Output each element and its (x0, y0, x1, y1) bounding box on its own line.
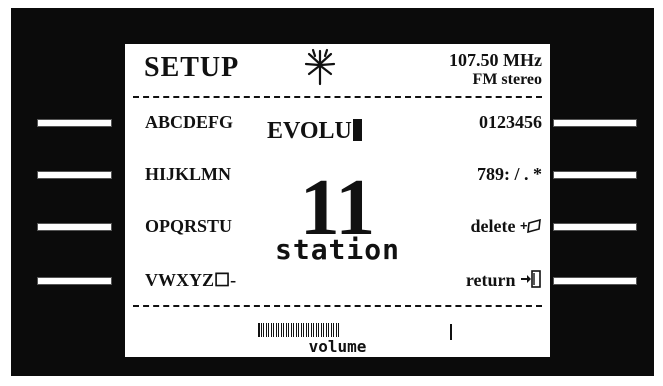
volume-tick (315, 323, 317, 337)
softkey-left-3[interactable] (37, 223, 112, 231)
top-divider (133, 96, 542, 98)
volume-tick (263, 323, 264, 337)
volume-tick (318, 323, 319, 337)
volume-tick (268, 323, 269, 337)
softkey-right-1[interactable] (553, 119, 637, 127)
key-label-0123456: 0123456 (479, 112, 542, 132)
volume-tick (288, 323, 289, 337)
softkey-left-1[interactable] (37, 119, 112, 127)
display-screen: SETUP 107.50 MHz FM stereo ABCDEFG HIJKL… (125, 44, 550, 357)
softkey-left-4[interactable] (37, 277, 112, 285)
name-edit-field[interactable]: EVOLU (267, 118, 362, 145)
softkey-right-3[interactable] (553, 223, 637, 231)
exit-door-icon (520, 270, 542, 293)
station-label: station (274, 233, 400, 266)
volume-tick (280, 323, 282, 337)
volume-tick (275, 323, 277, 337)
volume-tick (303, 323, 304, 337)
volume-tick (305, 323, 307, 337)
return-label: return (465, 270, 516, 290)
return-key-label: return (466, 270, 542, 293)
volume-tick (338, 323, 339, 337)
volume-tick (325, 323, 327, 337)
volume-tick (285, 323, 287, 337)
softkey-left-2[interactable] (37, 171, 112, 179)
volume-tick (300, 323, 302, 337)
frequency-value: 107.50 MHz (449, 50, 542, 70)
volume-label: volume (308, 337, 367, 356)
volume-tick (260, 323, 262, 337)
volume-tick (273, 323, 274, 337)
volume-tick (320, 323, 322, 337)
key-label-abcdefg: ABCDEFG (145, 112, 234, 132)
key-label-vwxyz: VWXYZ☐- (145, 270, 237, 290)
bottom-divider (133, 305, 542, 307)
volume-tick (270, 323, 272, 337)
volume-bar[interactable] (258, 323, 339, 337)
antenna-burst-icon (303, 48, 337, 91)
volume-tick (278, 323, 279, 337)
volume-tick (323, 323, 324, 337)
volume-tick (298, 323, 299, 337)
tuner-readout: 107.50 MHz FM stereo (449, 50, 542, 90)
volume-tick (265, 323, 267, 337)
tuner-mode: FM stereo (472, 71, 542, 88)
volume-tick (293, 323, 294, 337)
volume-tick (330, 323, 332, 337)
volume-tick (308, 323, 309, 337)
volume-tick (328, 323, 329, 337)
volume-tick (313, 323, 314, 337)
volume-tick (283, 323, 284, 337)
volume-tick (295, 323, 297, 337)
volume-tick (333, 323, 334, 337)
volume-tick (335, 323, 337, 337)
volume-tick (290, 323, 292, 337)
name-edit-text: EVOLU (267, 118, 352, 144)
text-cursor (352, 119, 362, 141)
page-title: SETUP (144, 52, 240, 83)
softkey-right-4[interactable] (553, 277, 637, 285)
volume-tick (310, 323, 312, 337)
softkey-right-2[interactable] (553, 171, 637, 179)
